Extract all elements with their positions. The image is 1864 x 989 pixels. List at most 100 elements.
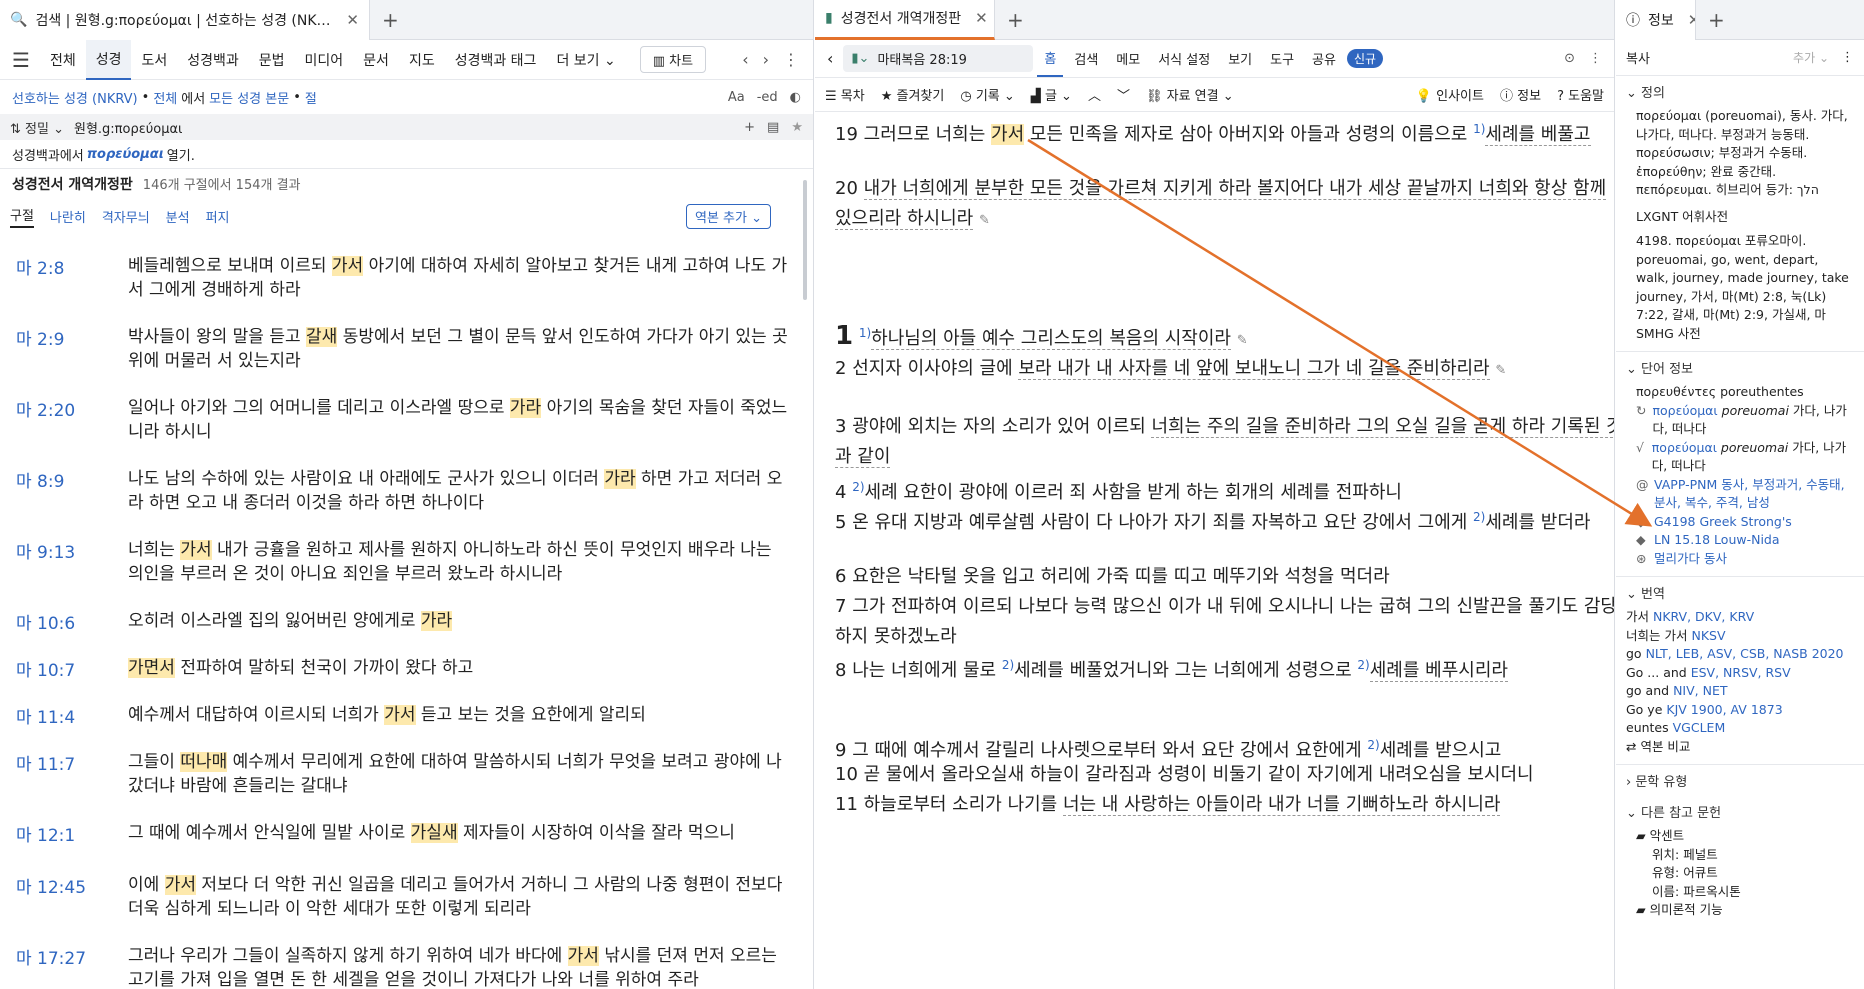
add-version-button[interactable]: 역본 추가 ⌄ bbox=[685, 203, 771, 229]
star-icon[interactable]: ★ bbox=[791, 120, 803, 135]
nav-format[interactable]: 서식 설정 bbox=[1151, 49, 1217, 68]
verse-8[interactable]: 8 나는 너희에게 물로 2)세례를 베풀었거니와 그는 너희에게 성령으로 2… bbox=[835, 650, 1614, 686]
result-reference[interactable]: 마 8:9 bbox=[0, 459, 128, 530]
search-option[interactable]: ⇅ 정밀 ⌄ bbox=[10, 118, 64, 137]
link-button[interactable]: ⛓ 자료 연결 ⌄ bbox=[1146, 85, 1234, 104]
nav-search[interactable]: 검색 bbox=[1067, 49, 1105, 68]
greek-link[interactable]: πορεύομαι bbox=[1652, 440, 1717, 455]
result-reference[interactable]: 마 2:8 bbox=[0, 246, 128, 317]
chart-button[interactable]: ▥ 차트 bbox=[639, 46, 707, 73]
verse-11[interactable]: 11 하늘로부터 소리가 나기를 너는 내 사랑하는 아들이라 내가 너를 기뻐… bbox=[835, 790, 1614, 820]
result-row[interactable]: 마 2:9 박사들이 왕의 말을 듣고 갈새 동방에서 보던 그 별이 문득 앞서… bbox=[0, 317, 800, 388]
copy-button[interactable]: 복사 bbox=[1626, 48, 1650, 67]
toc-button[interactable]: ☰ 목차 bbox=[825, 85, 865, 104]
pen-icon[interactable]: ✎ bbox=[1495, 363, 1506, 378]
verse-3[interactable]: 3 광야에 외치는 자의 소리가 있어 이르되 너희는 주의 길을 준비하라 그… bbox=[835, 412, 1614, 472]
scrollbar[interactable] bbox=[803, 180, 807, 300]
tab-grid[interactable]: 격자무늬 bbox=[102, 207, 150, 226]
highlighted-word[interactable]: 가실새 bbox=[410, 823, 458, 843]
verse-6[interactable]: 6 요한은 낙타털 옷을 입고 허리에 가죽 띠를 띠고 메뚜기와 석청을 먹더… bbox=[835, 562, 1614, 592]
morph-item[interactable]: @ VAPP-PNM 동사, 부정과거, 수동태, 분사, 복수, 주격, 남성 bbox=[1626, 476, 1854, 513]
footnote-marker[interactable]: 2) bbox=[1357, 658, 1369, 672]
nav-home[interactable]: 홈 bbox=[1037, 40, 1064, 77]
highlighted-word[interactable]: 가서 bbox=[180, 540, 212, 560]
tab-verses[interactable]: 구절 bbox=[10, 205, 34, 228]
result-row[interactable]: 마 12:45 이에 가서 저보다 더 악한 귀신 일곱을 데리고 들어가서 거하… bbox=[0, 865, 800, 936]
section-title[interactable]: › 문학 유형 bbox=[1626, 771, 1854, 790]
result-row[interactable]: 마 11:4 예수께서 대답하여 이르시되 너희가 가서 듣고 보는 것을 요한에… bbox=[0, 695, 800, 742]
compare-link[interactable]: ⇄ 역본 비교 bbox=[1626, 738, 1854, 757]
footnote-marker[interactable]: 2) bbox=[852, 480, 864, 494]
sense-item[interactable]: ⊛ 멀리가다 동사 bbox=[1626, 550, 1854, 569]
nav-tools[interactable]: 도구 bbox=[1263, 49, 1301, 68]
scope-section[interactable]: 모든 성경 본문 bbox=[209, 88, 289, 107]
highlighted-word[interactable]: 가서 bbox=[567, 946, 599, 966]
verse-19[interactable]: 19 그러므로 너희는 가서 모든 민족을 제자로 삼아 아버지와 아들과 성령… bbox=[835, 114, 1614, 150]
highlighted-word[interactable]: 가서 bbox=[991, 124, 1025, 145]
pen-icon[interactable]: ✎ bbox=[979, 213, 990, 228]
word-item[interactable]: √ πορεύομαι poreuomai 가다, 나가다, 떠나다 bbox=[1626, 439, 1854, 476]
toolbar-item-bible[interactable]: 성경 bbox=[85, 39, 132, 80]
word-item[interactable]: ↻ πορεύομαι poreuomai 가다, 나가다, 떠나다 bbox=[1626, 402, 1854, 439]
highlighted-word[interactable]: 떠나매 bbox=[180, 752, 228, 772]
verse-1[interactable]: 1 1)하나님의 아들 예수 그리스도의 복음의 시작이라 ✎ bbox=[835, 318, 1614, 356]
result-reference[interactable]: 마 10:6 bbox=[0, 601, 128, 648]
footnote-marker[interactable]: 2) bbox=[1473, 510, 1485, 524]
highlighted-word[interactable]: 갈새 bbox=[306, 327, 338, 347]
version-links[interactable]: NLT, LEB, ASV, CSB, NASB 2020 bbox=[1646, 646, 1844, 661]
highlighted-word[interactable]: 가서 bbox=[331, 256, 364, 276]
up-icon[interactable]: ︿ bbox=[1088, 85, 1101, 104]
version-links[interactable]: NKRV, DKV, KRV bbox=[1653, 609, 1754, 624]
pen-icon[interactable]: ✎ bbox=[1237, 333, 1248, 348]
result-row[interactable]: 마 11:7 그들이 떠나매 예수께서 무리에게 요한에 대하여 말씀하시되 너희… bbox=[0, 742, 800, 813]
version-links[interactable]: NKSV bbox=[1691, 628, 1725, 643]
close-icon[interactable]: ✕ bbox=[1688, 11, 1695, 29]
tab-analysis[interactable]: 분석 bbox=[166, 207, 190, 226]
strongs-item[interactable]: ◆ G4198 Greek Strong's bbox=[1626, 513, 1854, 532]
result-reference[interactable]: 마 17:27 bbox=[0, 936, 128, 989]
add-button[interactable]: 추가 ⌄ bbox=[1793, 49, 1829, 66]
more-icon[interactable]: ⋮ bbox=[1841, 50, 1854, 65]
new-tab-button[interactable]: + bbox=[370, 8, 411, 32]
nav-view[interactable]: 보기 bbox=[1221, 49, 1259, 68]
filter-icon[interactable]: ◐ bbox=[790, 90, 801, 105]
section-title[interactable]: ⌄ 정의 bbox=[1626, 82, 1854, 101]
new-tab-button[interactable]: + bbox=[995, 8, 1036, 32]
more-icon[interactable]: ⋮ bbox=[783, 50, 799, 69]
footnote-marker[interactable]: 1) bbox=[1473, 122, 1485, 136]
footnote-marker[interactable]: 1) bbox=[859, 326, 871, 340]
result-row[interactable]: 마 10:6 오히려 이스라엘 집의 잃어버린 양에게로 가라 bbox=[0, 601, 800, 648]
smhg-link[interactable]: SMHG 사전 bbox=[1626, 325, 1854, 344]
scope-all[interactable]: 전체 bbox=[153, 88, 177, 107]
help-button[interactable]: ? 도움말 bbox=[1557, 85, 1604, 104]
back-icon[interactable]: ‹ bbox=[742, 50, 748, 69]
more-icon[interactable]: ⋮ bbox=[1589, 51, 1602, 66]
tab-info[interactable]: ⓘ 정보 ✕ bbox=[1616, 0, 1696, 40]
reference-input[interactable]: 마태복음 28:19 bbox=[877, 49, 966, 68]
highlighted-word[interactable]: 가면서 bbox=[128, 658, 175, 678]
open-word-link[interactable]: πορεύομαι bbox=[87, 147, 164, 162]
verse-10[interactable]: 10 곧 물에서 올라오실새 하늘이 갈라짐과 성령이 비둘기 같이 자기에게 … bbox=[835, 760, 1614, 790]
down-icon[interactable]: ﹀ bbox=[1117, 85, 1130, 104]
keyboard-icon[interactable]: ▤ bbox=[767, 120, 779, 135]
info-button[interactable]: ⓘ 정보 bbox=[1500, 85, 1541, 104]
verse-7[interactable]: 7 그가 전파하여 이르되 나보다 능력 많으신 이가 내 뒤에 오시나니 나는… bbox=[835, 592, 1614, 652]
result-reference[interactable]: 마 12:45 bbox=[0, 865, 128, 936]
toolbar-item-factbook-tags[interactable]: 성경백과 태그 bbox=[445, 50, 547, 70]
toolbar-item-more[interactable]: 더 보기 ⌄ bbox=[546, 50, 625, 70]
nav-share[interactable]: 공유 bbox=[1305, 49, 1343, 68]
footnote-marker[interactable]: 2) bbox=[1367, 738, 1379, 752]
back-icon[interactable]: ‹ bbox=[821, 49, 839, 68]
result-reference[interactable]: 마 2:20 bbox=[0, 388, 128, 459]
result-row[interactable]: 마 2:8 베들레헴으로 보내며 이르되 가서 아기에 대하여 자세히 알아보고 … bbox=[0, 246, 800, 317]
search-input[interactable]: 원형.g:πορεύομαι bbox=[74, 118, 734, 137]
verse-5[interactable]: 5 온 유대 지방과 예루살렘 사람이 다 나아가 자기 죄를 자복하고 요단 … bbox=[835, 502, 1614, 538]
close-icon[interactable]: ✕ bbox=[975, 9, 988, 27]
favorites-button[interactable]: ★ 즐겨찾기 bbox=[881, 85, 945, 104]
result-row[interactable]: 마 17:27 그러나 우리가 그들이 실족하지 않게 하기 위하여 네가 바다에… bbox=[0, 936, 800, 989]
result-reference[interactable]: 마 11:7 bbox=[0, 742, 128, 813]
result-reference[interactable]: 마 12:1 bbox=[0, 813, 128, 865]
version-links[interactable]: KJV 1900, AV 1873 bbox=[1666, 702, 1782, 717]
insight-button[interactable]: 💡 인사이트 bbox=[1416, 85, 1484, 104]
lexicon-link[interactable]: LXGNT 어휘사전 bbox=[1626, 208, 1854, 227]
